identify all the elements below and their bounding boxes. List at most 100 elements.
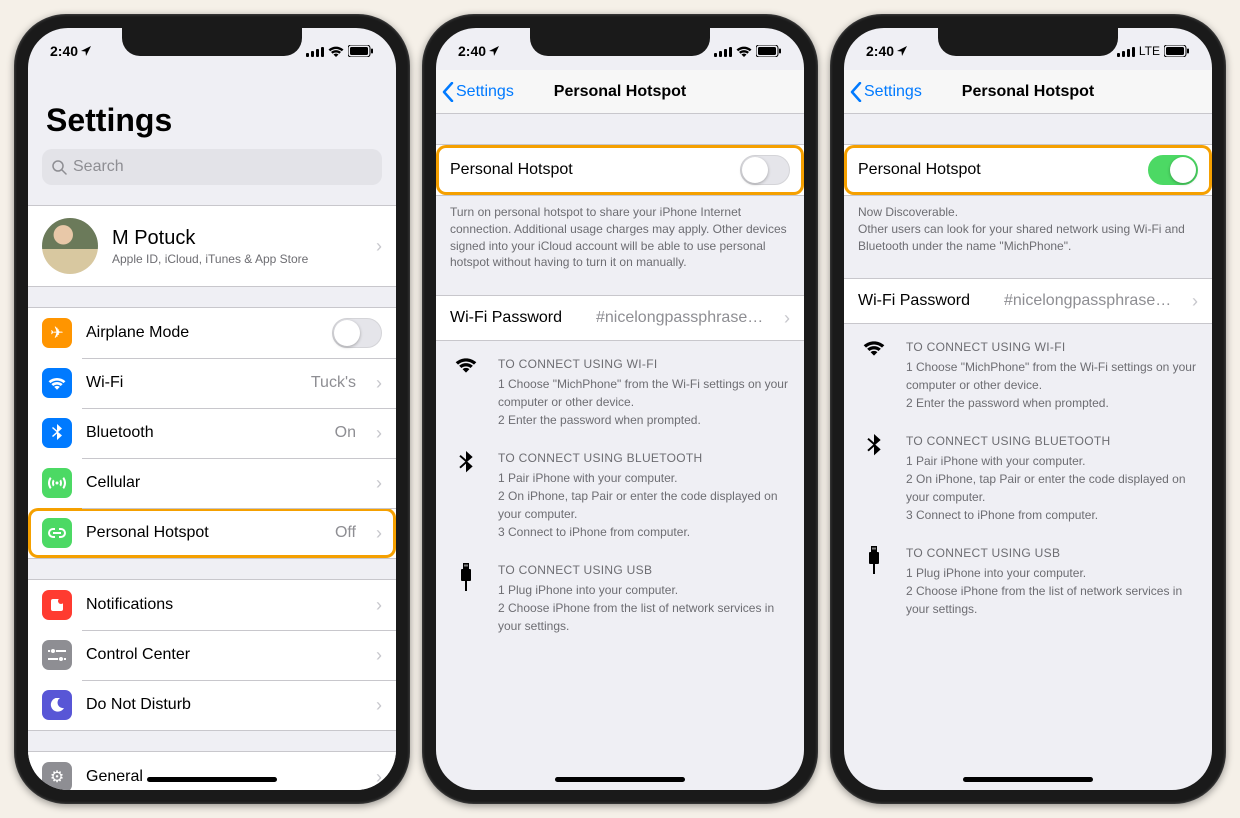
hotspot-content: Personal Hotspot Now Discoverable. Other… [844, 114, 1212, 790]
notifications-label: Notifications [86, 596, 358, 614]
chevron-icon: › [1188, 291, 1198, 312]
wifi-symbol-icon [450, 355, 482, 429]
dnd-label: Do Not Disturb [86, 696, 358, 714]
battery-icon [756, 45, 782, 57]
settings-content: Settings Search M Potuck Apple ID, iClou… [28, 70, 396, 790]
wifi-symbol-icon [858, 338, 890, 412]
instruct-wifi-1: 1 Choose "MichPhone" from the Wi-Fi sett… [906, 358, 1198, 394]
hotspot-toggle[interactable] [1148, 155, 1198, 185]
hotspot-value: Off [335, 524, 358, 542]
time-label: 2:40 [866, 43, 894, 59]
wifi-value: Tuck's [311, 374, 358, 392]
wifi-label: Wi-Fi [86, 374, 297, 392]
chevron-left-icon [442, 82, 454, 102]
wifi-icon [736, 46, 752, 57]
instruct-wifi: TO CONNECT USING WI-FI 1 Choose "MichPho… [436, 341, 804, 435]
instruct-bt-heading: TO CONNECT USING BLUETOOTH [498, 449, 790, 467]
hotspot-icon [42, 518, 72, 548]
notifications-cell[interactable]: Notifications › [28, 580, 396, 630]
wifi-password-cell[interactable]: Wi-Fi Password #nicelongpassphrase94 › [844, 279, 1212, 323]
control-center-cell[interactable]: Control Center › [28, 630, 396, 680]
instruct-usb-2: 2 Choose iPhone from the list of network… [906, 582, 1198, 618]
time-label: 2:40 [458, 43, 486, 59]
airplane-icon: ✈ [42, 318, 72, 348]
instruct-usb-heading: TO CONNECT USING USB [906, 544, 1198, 562]
back-button[interactable]: Settings [850, 82, 922, 102]
iphone-frame-1: 2:40 Settings Search M P [14, 14, 410, 804]
back-label: Settings [456, 83, 514, 101]
home-indicator[interactable] [963, 777, 1093, 782]
wifi-password-cell[interactable]: Wi-Fi Password #nicelongpassphrase94 › [436, 296, 804, 340]
airplane-label: Airplane Mode [86, 324, 318, 342]
nav-bar: Settings Personal Hotspot [844, 70, 1212, 114]
profile-sub: Apple ID, iCloud, iTunes & App Store [112, 252, 358, 266]
page-title: Settings [28, 70, 396, 145]
chevron-icon: › [372, 595, 382, 616]
battery-icon [1164, 45, 1190, 57]
instruct-bt: TO CONNECT USING BLUETOOTH 1 Pair iPhone… [844, 418, 1212, 530]
instruct-bt-1: 1 Pair iPhone with your computer. [498, 469, 790, 487]
chevron-icon: › [372, 523, 382, 544]
hotspot-content: Personal Hotspot Turn on personal hotspo… [436, 114, 804, 790]
instruct-usb: TO CONNECT USING USB 1 Plug iPhone into … [844, 530, 1212, 624]
network-label: LTE [1139, 44, 1160, 58]
hotspot-toggle-cell[interactable]: Personal Hotspot [436, 145, 804, 195]
control-center-label: Control Center [86, 646, 358, 664]
instruct-usb: TO CONNECT USING USB 1 Plug iPhone into … [436, 547, 804, 641]
home-indicator[interactable] [555, 777, 685, 782]
chevron-icon: › [372, 373, 382, 394]
wifi-password-value: #nicelongpassphrase94 [1004, 292, 1174, 310]
wifi-cell[interactable]: Wi-Fi Tuck's › [28, 358, 396, 408]
footer-discoverable: Now Discoverable. [858, 204, 1198, 221]
personal-hotspot-cell[interactable]: Personal Hotspot Off › [28, 508, 396, 558]
bluetooth-symbol-icon [450, 449, 482, 541]
search-input[interactable]: Search [42, 149, 382, 185]
search-icon [52, 160, 67, 175]
hotspot-toggle[interactable] [740, 155, 790, 185]
footer-network-name: Other users can look for your shared net… [858, 221, 1198, 255]
instruct-wifi-heading: TO CONNECT USING WI-FI [498, 355, 790, 373]
airplane-mode-cell[interactable]: ✈ Airplane Mode [28, 308, 396, 358]
hotspot-label: Personal Hotspot [86, 524, 321, 542]
instruct-bt-3: 3 Connect to iPhone from computer. [906, 506, 1198, 524]
cellular-label: Cellular [86, 474, 358, 492]
instruct-wifi-2: 2 Enter the password when prompted. [498, 411, 790, 429]
bluetooth-cell[interactable]: Bluetooth On › [28, 408, 396, 458]
instruct-wifi-2: 2 Enter the password when prompted. [906, 394, 1198, 412]
instruct-bt-3: 3 Connect to iPhone from computer. [498, 523, 790, 541]
hotspot-footer-off: Turn on personal hotspot to share your i… [436, 196, 804, 275]
signal-icon [306, 46, 324, 57]
notch [530, 28, 710, 56]
hotspot-footer-on: Now Discoverable. Other users can look f… [844, 196, 1212, 258]
instruct-bt-2: 2 On iPhone, tap Pair or enter the code … [498, 487, 790, 523]
home-indicator[interactable] [147, 777, 277, 782]
back-button[interactable]: Settings [442, 82, 514, 102]
chevron-icon: › [372, 236, 382, 257]
nav-bar: Settings Personal Hotspot [436, 70, 804, 114]
location-arrow-icon [897, 46, 907, 56]
cellular-cell[interactable]: Cellular › [28, 458, 396, 508]
back-label: Settings [864, 83, 922, 101]
wifi-password-label: Wi-Fi Password [450, 309, 582, 327]
airplane-toggle[interactable] [332, 318, 382, 348]
apple-id-cell[interactable]: M Potuck Apple ID, iCloud, iTunes & App … [28, 206, 396, 286]
instruct-bt-heading: TO CONNECT USING BLUETOOTH [906, 432, 1198, 450]
chevron-icon: › [372, 767, 382, 788]
general-cell[interactable]: ⚙ General › [28, 752, 396, 790]
search-placeholder: Search [73, 158, 124, 176]
chevron-icon: › [372, 473, 382, 494]
instruct-wifi-1: 1 Choose "MichPhone" from the Wi-Fi sett… [498, 375, 790, 411]
bluetooth-settings-icon [42, 418, 72, 448]
wifi-icon [328, 46, 344, 57]
wifi-settings-icon [42, 368, 72, 398]
avatar [42, 218, 98, 274]
gear-icon: ⚙ [42, 762, 72, 790]
notifications-icon [42, 590, 72, 620]
chevron-left-icon [850, 82, 862, 102]
hotspot-toggle-cell[interactable]: Personal Hotspot [844, 145, 1212, 195]
bluetooth-symbol-icon [858, 432, 890, 524]
signal-icon [1117, 46, 1135, 57]
control-center-icon [42, 640, 72, 670]
dnd-cell[interactable]: Do Not Disturb › [28, 680, 396, 730]
instruct-wifi: TO CONNECT USING WI-FI 1 Choose "MichPho… [844, 324, 1212, 418]
